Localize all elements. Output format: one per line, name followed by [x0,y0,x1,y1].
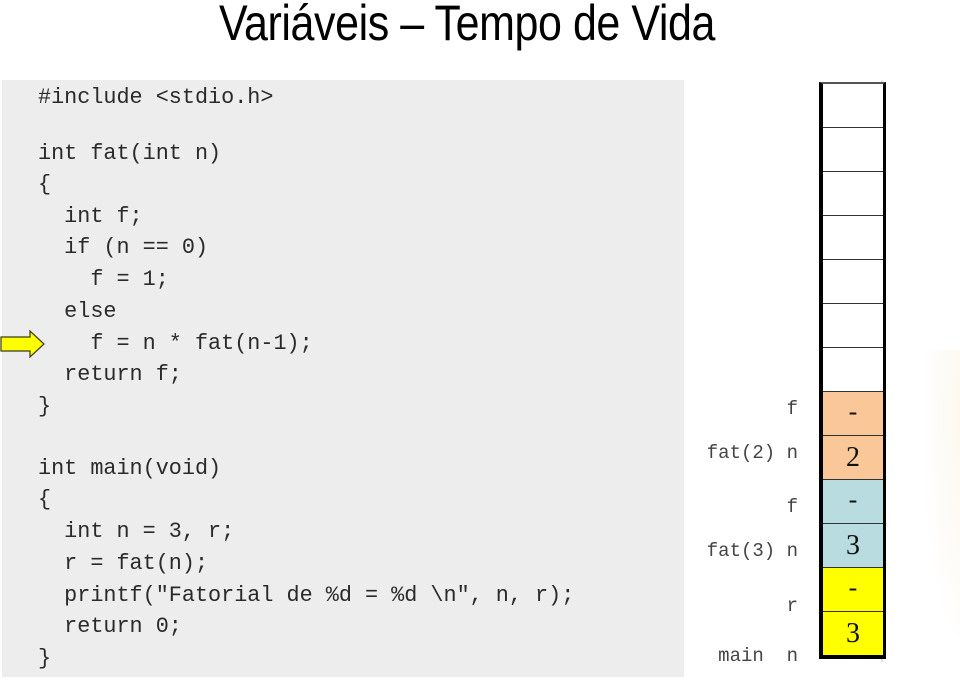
stack-cell-empty [823,172,883,216]
stack-label: r [786,595,798,617]
code-line: if (n == 0) [38,235,209,260]
code-line: { [38,487,52,512]
arrow-right-icon [0,330,45,358]
code-line: } [38,646,52,671]
code-line: int f; [38,204,143,229]
code-line: else [38,299,117,324]
code-line: r = fat(n); [38,551,209,576]
stack-cell-fat2: - [823,392,883,436]
memory-stack: -2-3-3 [819,82,886,659]
stack-cell-empty [823,304,883,348]
stack-label: main n [718,645,798,667]
stack-label: fat(2) n [706,442,798,464]
stack-cell-fat2: 2 [823,436,883,480]
code-line: int main(void) [38,456,222,481]
stack-label: f [786,398,798,420]
code-line: int fat(int n) [38,141,222,166]
stack-cell-empty [823,84,883,128]
code-line: #include <stdio.h> [38,85,274,110]
stack-cell-main: 3 [823,612,883,655]
stack-cell-fat3: 3 [823,524,883,568]
code-line: { [38,172,52,197]
stack-cell-empty [823,128,883,172]
code-line: printf("Fatorial de %d = %d \n", n, r); [38,583,575,608]
code-line: } [38,394,52,419]
code-line: f = 1; [38,267,169,292]
stack-cell-fat3: - [823,480,883,524]
stack-cell-main: - [823,568,883,612]
code-line: f = n * fat(n-1); [38,331,313,356]
stack-label: f [786,496,798,518]
stack-label: fat(3) n [706,540,798,562]
decorative-glow [920,350,960,680]
stack-cell-empty [823,348,883,392]
code-line: int n = 3, r; [38,519,235,544]
code-line: return f; [38,362,182,387]
slide-title: Variáveis – Tempo de Vida [218,0,716,51]
code-line: return 0; [38,614,182,639]
stack-cell-empty [823,216,883,260]
stack-cell-empty [823,260,883,304]
